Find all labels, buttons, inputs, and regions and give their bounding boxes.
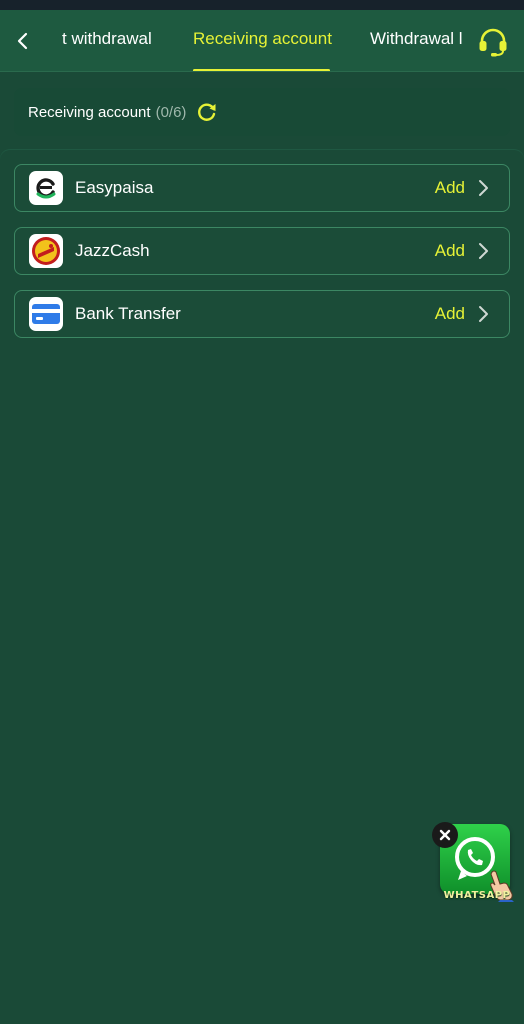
close-icon	[439, 829, 451, 841]
customer-support-button[interactable]	[476, 26, 510, 58]
add-jazzcash-button[interactable]: Add	[435, 241, 465, 261]
status-bar-strip	[0, 0, 524, 10]
top-navigation-bar: t withdrawal Receiving account Withdrawa…	[0, 10, 524, 72]
refresh-button[interactable]	[196, 101, 218, 123]
chevron-left-icon	[17, 32, 28, 50]
active-tab-indicator	[193, 69, 330, 71]
headset-icon	[479, 28, 507, 57]
receiving-account-summary: Receiving account (0/6)	[14, 88, 510, 136]
method-row-easypaisa[interactable]: Easypaisa Add	[14, 164, 510, 212]
method-row-bank-transfer[interactable]: Bank Transfer Add	[14, 290, 510, 338]
chevron-right-icon	[473, 304, 493, 324]
method-row-jazzcash[interactable]: JazzCash Add	[14, 227, 510, 275]
method-name-bank-transfer: Bank Transfer	[75, 304, 181, 323]
account-count: (0/6)	[155, 103, 187, 121]
bank-card-icon	[29, 297, 63, 331]
tab-withdrawal[interactable]: t withdrawal	[62, 29, 152, 49]
add-easypaisa-button[interactable]: Add	[435, 178, 465, 198]
tab-receiving-account[interactable]: Receiving account	[193, 29, 332, 49]
method-name-jazzcash: JazzCash	[75, 241, 150, 260]
refresh-icon	[198, 103, 216, 121]
whatsapp-label: WHATSAPP	[443, 890, 511, 901]
add-bank-transfer-button[interactable]: Add	[435, 304, 465, 324]
easypaisa-logo	[29, 171, 63, 205]
back-button[interactable]	[10, 28, 36, 54]
method-name-easypaisa: Easypaisa	[75, 178, 154, 197]
tab-withdrawal-log[interactable]: Withdrawal l	[370, 29, 463, 49]
whatsapp-close-button[interactable]	[432, 822, 458, 848]
summary-label: Receiving account	[28, 103, 151, 121]
whatsapp-floating-widget: WHATSAPP	[432, 822, 518, 908]
chevron-right-icon	[473, 178, 493, 198]
chevron-right-icon	[473, 241, 493, 261]
jazzcash-logo	[29, 234, 63, 268]
